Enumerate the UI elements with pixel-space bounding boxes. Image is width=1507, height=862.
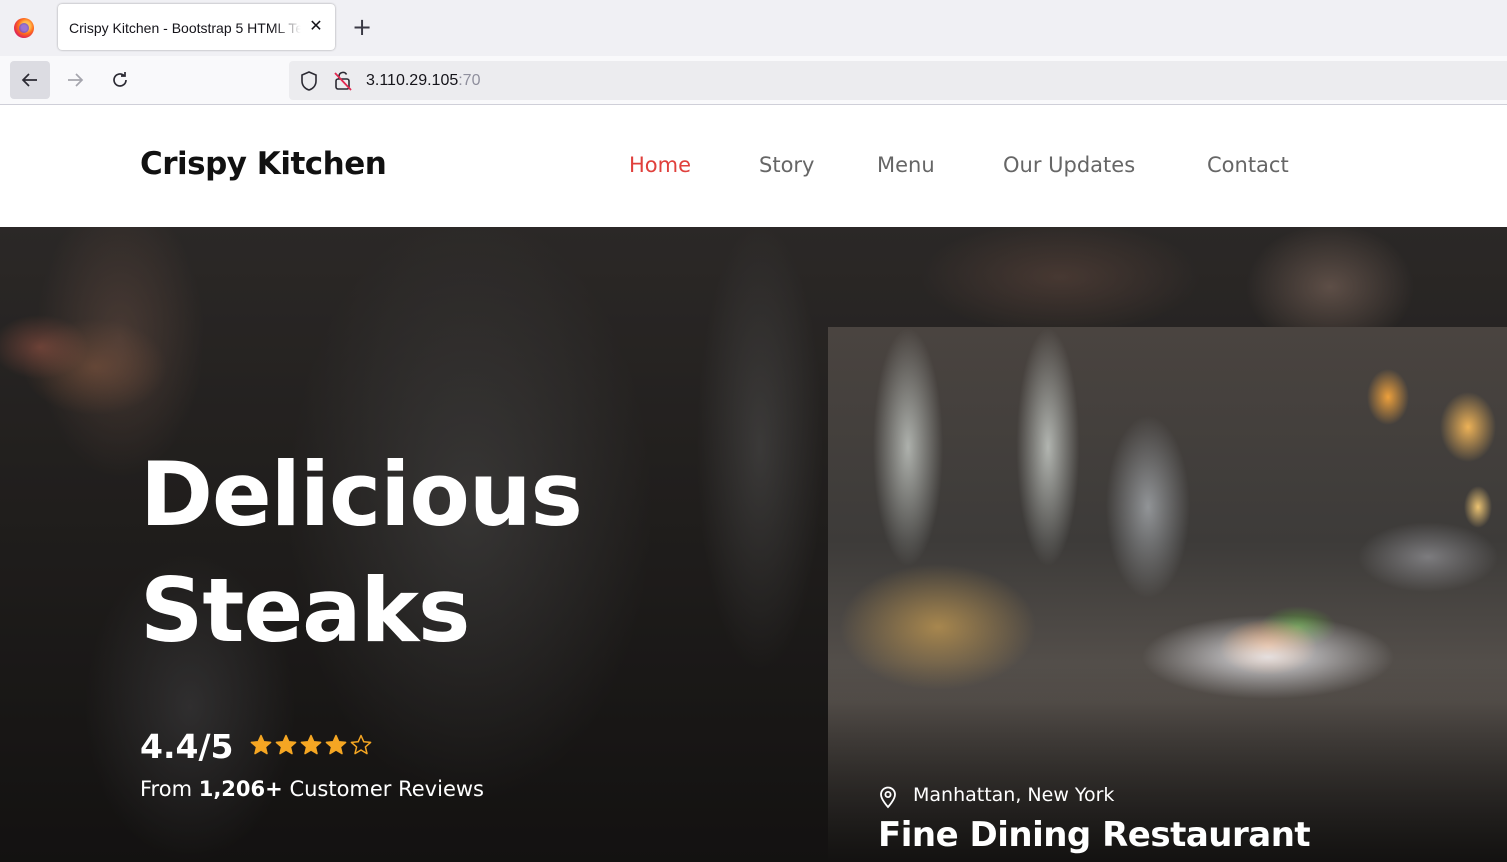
star-filled-icon [275,734,297,755]
arrow-right-icon [68,73,84,87]
back-button[interactable] [10,61,50,99]
nav-link-our-updates[interactable]: Our Updates [1003,153,1135,177]
reviews-prefix: From [140,777,193,801]
browser-tab-active[interactable]: Crispy Kitchen - Bootstrap 5 HTML Templa… [58,4,335,50]
site-header: Crispy Kitchen Home Story Menu Our Updat… [0,106,1507,227]
star-filled-icon [325,734,347,755]
hero-title-line-1: Delicious [140,443,583,546]
close-tab-icon[interactable]: ✕ [307,16,325,36]
nav-link-contact[interactable]: Contact [1207,153,1289,177]
arrow-left-icon [21,73,37,87]
hero-section: Delicious Steaks 4.4/5 From 1,206+ Custo… [0,227,1507,862]
hero-title: Delicious Steaks [140,437,740,669]
forward-button[interactable] [55,61,95,99]
reviews-suffix: Customer Reviews [289,777,484,801]
address-bar[interactable]: 3.110.29.105:70 [289,61,1507,100]
new-tab-button[interactable]: + [349,14,375,40]
restaurant-location: Manhattan, New York [913,784,1115,806]
site-logo[interactable]: Crispy Kitchen [140,146,387,182]
tracking-shield-icon[interactable] [299,70,319,92]
reload-button[interactable] [100,61,140,99]
star-filled-icon [300,734,322,755]
hero-title-line-2: Steaks [140,559,470,662]
rating-stars [250,734,375,760]
reviews-count: 1,206+ [198,777,283,801]
browser-navigation-bar: 3.110.29.105:70 [0,56,1507,105]
firefox-icon [14,18,34,38]
nav-link-story[interactable]: Story [759,153,814,177]
restaurant-title[interactable]: Fine Dining Restaurant [878,815,1311,855]
map-pin-icon [880,786,896,809]
reload-icon [113,72,127,87]
url-host: 3.110.29.105 [366,72,459,89]
url-text: 3.110.29.105:70 [366,72,480,90]
url-port: :70 [458,72,481,89]
nav-link-menu[interactable]: Menu [877,153,935,177]
star-empty-icon [350,734,372,755]
tab-title: Crispy Kitchen - Bootstrap 5 HTML Templa… [69,20,301,36]
rating-score: 4.4/5 [140,727,234,766]
featured-restaurant-image: Manhattan, New York Fine Dining Restaura… [828,327,1507,862]
insecure-lock-icon[interactable] [333,70,353,92]
star-filled-icon [250,734,272,755]
reviews-summary: From 1,206+ Customer Reviews [140,777,484,801]
nav-link-home[interactable]: Home [629,153,691,177]
browser-tab-strip: Crispy Kitchen - Bootstrap 5 HTML Templa… [0,0,1507,56]
